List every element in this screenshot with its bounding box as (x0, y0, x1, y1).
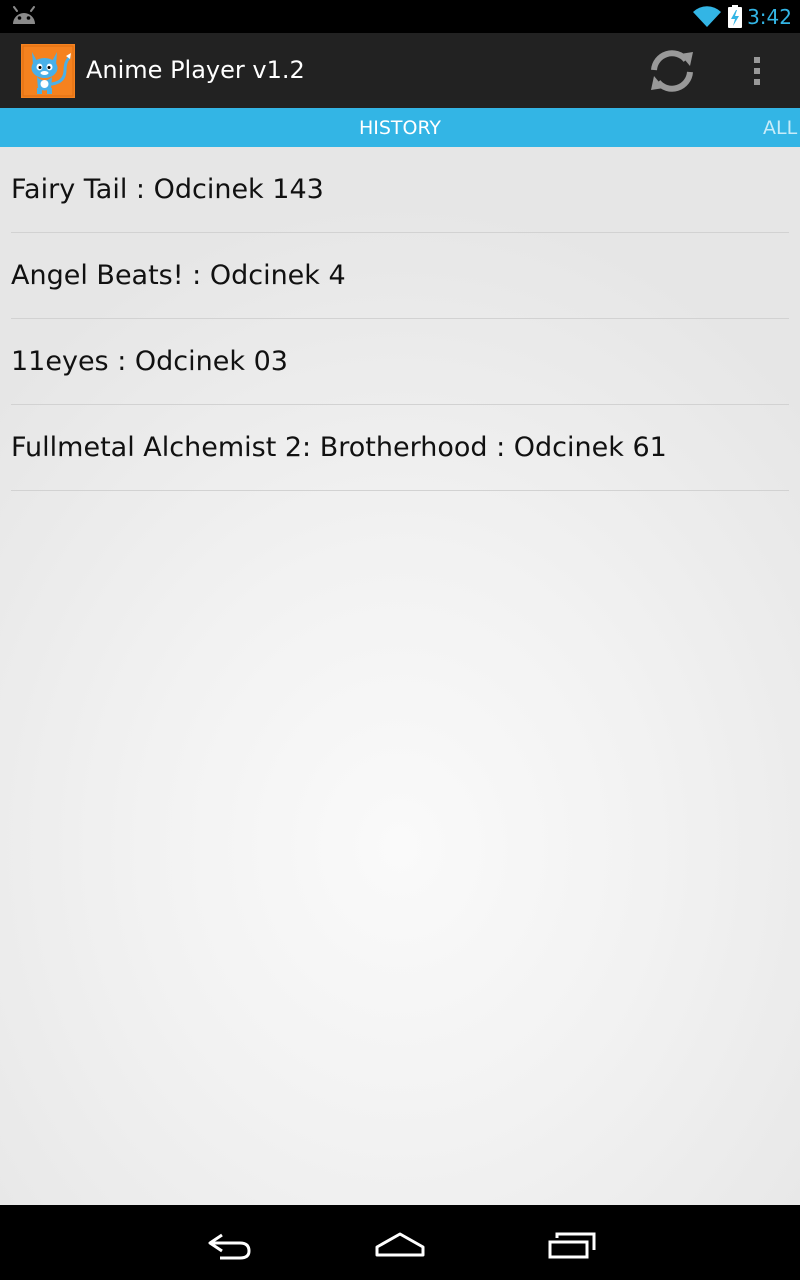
status-bar: 3:42 (0, 0, 800, 33)
list-item[interactable]: 11eyes : Odcinek 03 (11, 319, 789, 405)
screen: 3:42 Anime Player v1.2 HISTORY ALL Fairy… (0, 0, 800, 1280)
list-item-title: Fairy Tail : Odcinek 143 (11, 174, 324, 205)
list-item-title: Angel Beats! : Odcinek 4 (11, 260, 346, 291)
overflow-menu-icon[interactable] (736, 39, 780, 103)
history-list-container: Fairy Tail : Odcinek 143 Angel Beats! : … (0, 147, 800, 1205)
wifi-icon (693, 6, 721, 27)
battery-charging-icon (728, 5, 742, 28)
back-icon[interactable] (190, 1217, 270, 1269)
navigation-bar (0, 1205, 800, 1280)
refresh-icon[interactable] (640, 39, 704, 103)
android-debug-icon (13, 6, 35, 24)
app-title: Anime Player v1.2 (86, 56, 305, 84)
status-time: 3:42 (747, 5, 792, 29)
tab-all[interactable]: ALL (763, 108, 797, 147)
recents-icon[interactable] (532, 1217, 612, 1269)
tab-strip: HISTORY ALL (0, 108, 800, 147)
app-logo-icon[interactable] (21, 44, 75, 98)
list-item[interactable]: Angel Beats! : Odcinek 4 (11, 233, 789, 319)
tab-history[interactable]: HISTORY (300, 108, 500, 147)
list-item-title: 11eyes : Odcinek 03 (11, 346, 288, 377)
history-list: Fairy Tail : Odcinek 143 Angel Beats! : … (0, 147, 800, 491)
list-item[interactable]: Fullmetal Alchemist 2: Brotherhood : Odc… (11, 405, 789, 491)
list-item[interactable]: Fairy Tail : Odcinek 143 (11, 147, 789, 233)
list-item-title: Fullmetal Alchemist 2: Brotherhood : Odc… (11, 432, 667, 463)
home-icon[interactable] (360, 1217, 440, 1269)
action-bar: Anime Player v1.2 (0, 33, 800, 108)
